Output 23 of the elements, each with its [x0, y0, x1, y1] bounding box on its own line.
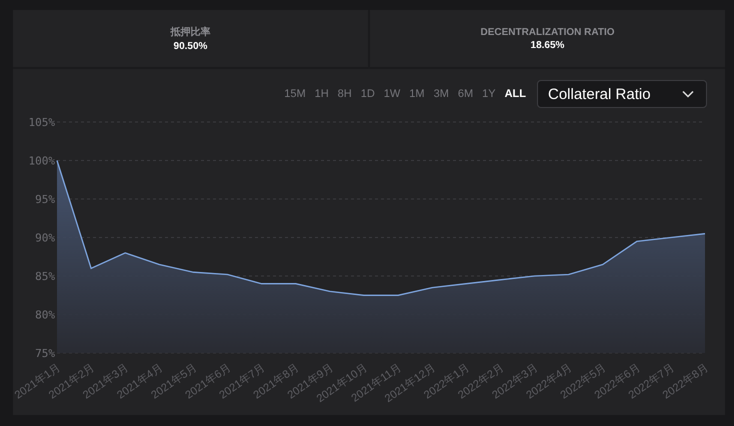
stat-value: 90.50% [174, 41, 208, 52]
timeframe-tab[interactable]: 3M [430, 86, 453, 102]
metric-dropdown[interactable]: Collateral Ratio [537, 80, 707, 108]
y-axis-label: 90% [35, 232, 55, 244]
stat-label: DECENTRALIZATION RATIO [480, 26, 615, 38]
y-axis-label: 95% [35, 193, 55, 206]
timeframe-tab[interactable]: 1D [356, 86, 379, 102]
timeframe-tab[interactable]: 15M [280, 86, 310, 102]
y-axis-label: 100% [28, 154, 55, 168]
y-axis-label: 80% [35, 308, 55, 322]
y-axis-label: 105% [28, 116, 55, 129]
timeframe-tab[interactable]: 1M [405, 86, 429, 102]
timeframe-tab[interactable]: 8H [334, 86, 356, 102]
y-axis-label: 75% [35, 347, 55, 360]
y-axis-label: 85% [35, 270, 55, 283]
timeframe-tab[interactable]: 1W [380, 86, 404, 102]
timeframe-tab[interactable]: 6M [454, 86, 478, 102]
timeframe-tab[interactable]: ALL [500, 86, 530, 102]
chevron-down-icon [682, 90, 694, 98]
stat-value: 18.65% [530, 40, 564, 50]
timeframe-tab[interactable]: 1H [310, 86, 333, 102]
stat-label: 抵押比率 [170, 25, 210, 39]
timeframe-tab[interactable]: 1Y [478, 86, 500, 102]
